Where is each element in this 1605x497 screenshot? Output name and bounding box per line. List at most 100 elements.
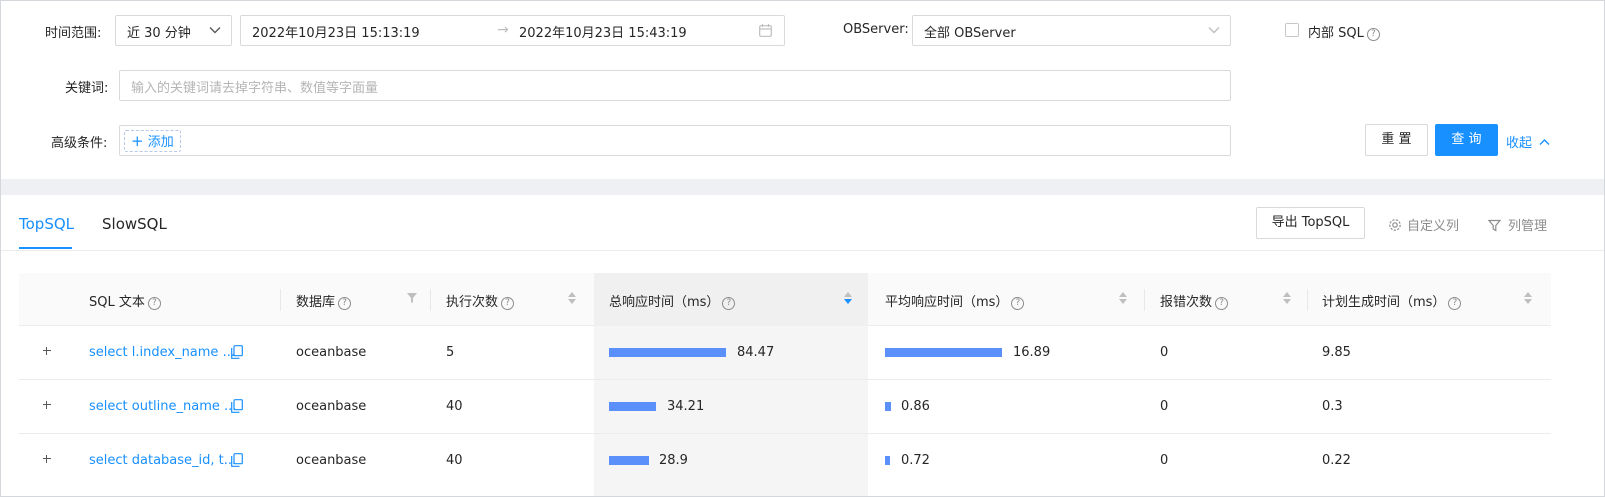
- tab-slowsql[interactable]: SlowSQL: [102, 215, 167, 233]
- collapse-link[interactable]: 收起: [1506, 132, 1550, 151]
- total-response-bar: [609, 348, 726, 357]
- exec-count-cell: 5: [446, 345, 455, 360]
- copy-icon[interactable]: [231, 399, 243, 413]
- column-manage-label: 列管理: [1508, 219, 1548, 234]
- total-response-cell: 84.47: [737, 345, 775, 360]
- add-condition-label: 添加: [147, 135, 174, 150]
- col-sql-text: SQL 文本?: [89, 291, 161, 310]
- table-row: select outline_name ... oceanbase 40 34.…: [19, 380, 1551, 434]
- export-topsql-button[interactable]: 导出 TopSQL: [1256, 207, 1365, 239]
- query-button[interactable]: 查 询: [1435, 124, 1498, 156]
- end-time-input[interactable]: 2022年10月23日 15:43:19: [519, 22, 687, 41]
- avg-response-cell: 0.72: [901, 453, 930, 468]
- total-response-cell: 28.9: [659, 453, 688, 468]
- avg-response-cell: 16.89: [1013, 345, 1051, 360]
- keyword-placeholder: 输入的关键词请去掉字符串、数值等字面量: [131, 81, 379, 96]
- sql-text-link[interactable]: select l.index_name ...: [89, 345, 235, 360]
- active-tab-indicator: [19, 247, 72, 249]
- total-response-cell: 34.21: [667, 399, 705, 414]
- help-icon[interactable]: ?: [1215, 297, 1229, 310]
- col-error-count: 报错次数?: [1160, 291, 1229, 310]
- chevron-up-icon: [1539, 139, 1550, 145]
- reset-button[interactable]: 重 置: [1365, 124, 1428, 156]
- keyword-input[interactable]: 输入的关键词请去掉字符串、数值等字面量: [119, 70, 1231, 101]
- database-cell: oceanbase: [296, 453, 367, 468]
- col-exec-count: 执行次数?: [446, 291, 515, 310]
- help-icon[interactable]: ?: [501, 297, 515, 310]
- sort-desc-icon[interactable]: [844, 291, 852, 305]
- col-plan-time: 计划生成时间（ms）?: [1322, 291, 1462, 310]
- observer-label: OBServer:: [843, 22, 909, 37]
- chevron-down-icon: [209, 27, 221, 34]
- avg-response-bar: [885, 402, 891, 411]
- plus-icon: +: [131, 132, 144, 150]
- add-condition-button[interactable]: + 添加: [124, 130, 181, 152]
- avg-response-cell: 0.86: [901, 399, 930, 414]
- internal-sql-checkbox[interactable]: [1285, 23, 1299, 37]
- copy-icon[interactable]: [231, 453, 243, 467]
- tab-bar: TopSQL SlowSQL 导出 TopSQL 自定义列 列管理: [1, 195, 1604, 251]
- advanced-label: 高级条件:: [51, 136, 108, 151]
- column-divider: [280, 289, 281, 311]
- total-response-bar: [609, 456, 649, 465]
- sql-text-link[interactable]: select database_id, t...: [89, 453, 236, 468]
- help-icon[interactable]: ?: [1448, 297, 1462, 310]
- start-time-input[interactable]: 2022年10月23日 15:13:19: [252, 22, 420, 41]
- column-manage-button[interactable]: 列管理: [1487, 215, 1548, 234]
- plan-time-cell: 0.3: [1322, 399, 1343, 414]
- plan-time-cell: 9.85: [1322, 345, 1351, 360]
- help-icon[interactable]: ?: [338, 297, 352, 310]
- help-icon[interactable]: ?: [147, 297, 161, 310]
- date-range-picker[interactable]: 2022年10月23日 15:13:19 → 2022年10月23日 15:43…: [240, 15, 785, 46]
- topsql-page: 时间范围: 近 30 分钟 2022年10月23日 15:13:19 → 202…: [0, 0, 1605, 497]
- sort-icon[interactable]: [1119, 291, 1127, 305]
- custom-columns-button[interactable]: 自定义列: [1388, 215, 1459, 234]
- col-total-response-time: 总响应时间（ms）?: [609, 291, 736, 310]
- total-response-bar: [609, 402, 656, 411]
- plan-time-cell: 0.22: [1322, 453, 1351, 468]
- time-range-value: 近 30 分钟: [127, 26, 191, 41]
- sort-icon[interactable]: [1524, 291, 1532, 305]
- expand-row-icon[interactable]: [41, 453, 53, 465]
- database-cell: oceanbase: [296, 345, 367, 360]
- observer-value: 全部 OBServer: [924, 26, 1016, 41]
- column-divider: [1307, 289, 1308, 311]
- time-range-select[interactable]: 近 30 分钟: [115, 15, 232, 46]
- error-count-cell: 0: [1160, 399, 1169, 414]
- database-cell: oceanbase: [296, 399, 367, 414]
- column-divider: [430, 289, 431, 311]
- filter-icon: [1487, 219, 1502, 232]
- collapse-label: 收起: [1506, 136, 1533, 151]
- internal-sql-label: 内部 SQL?: [1308, 22, 1380, 41]
- table-row: select database_id, t... oceanbase 40 28…: [19, 434, 1551, 488]
- chevron-down-icon: [1208, 27, 1220, 34]
- expand-row-icon[interactable]: [41, 345, 53, 357]
- column-divider: [1144, 289, 1145, 311]
- sql-text-link[interactable]: select outline_name ...: [89, 399, 236, 414]
- observer-select[interactable]: 全部 OBServer: [912, 15, 1231, 46]
- error-count-cell: 0: [1160, 345, 1169, 360]
- help-icon[interactable]: ?: [1366, 28, 1380, 41]
- table-row: select l.index_name ... oceanbase 5 84.4…: [19, 326, 1551, 380]
- avg-response-bar: [885, 348, 1002, 357]
- time-range-label: 时间范围:: [45, 26, 102, 41]
- col-avg-response-time: 平均响应时间（ms）?: [885, 291, 1025, 310]
- tab-topsql[interactable]: TopSQL: [19, 215, 74, 233]
- expand-row-icon[interactable]: [41, 399, 53, 411]
- keyword-label: 关键词:: [65, 81, 109, 96]
- error-count-cell: 0: [1160, 453, 1169, 468]
- calendar-icon: [759, 24, 772, 37]
- advanced-conditions-field: + 添加: [119, 125, 1231, 156]
- sort-icon[interactable]: [1283, 291, 1291, 305]
- help-icon[interactable]: ?: [1011, 297, 1025, 310]
- sort-icon[interactable]: [568, 291, 576, 305]
- gear-icon: [1389, 219, 1401, 231]
- col-database: 数据库?: [296, 291, 352, 310]
- section-divider: [1, 179, 1604, 195]
- custom-columns-label: 自定义列: [1407, 219, 1460, 234]
- column-filter-icon[interactable]: [407, 293, 417, 303]
- copy-icon[interactable]: [231, 345, 243, 359]
- avg-response-bar: [885, 456, 890, 465]
- exec-count-cell: 40: [446, 453, 463, 468]
- help-icon[interactable]: ?: [722, 297, 736, 310]
